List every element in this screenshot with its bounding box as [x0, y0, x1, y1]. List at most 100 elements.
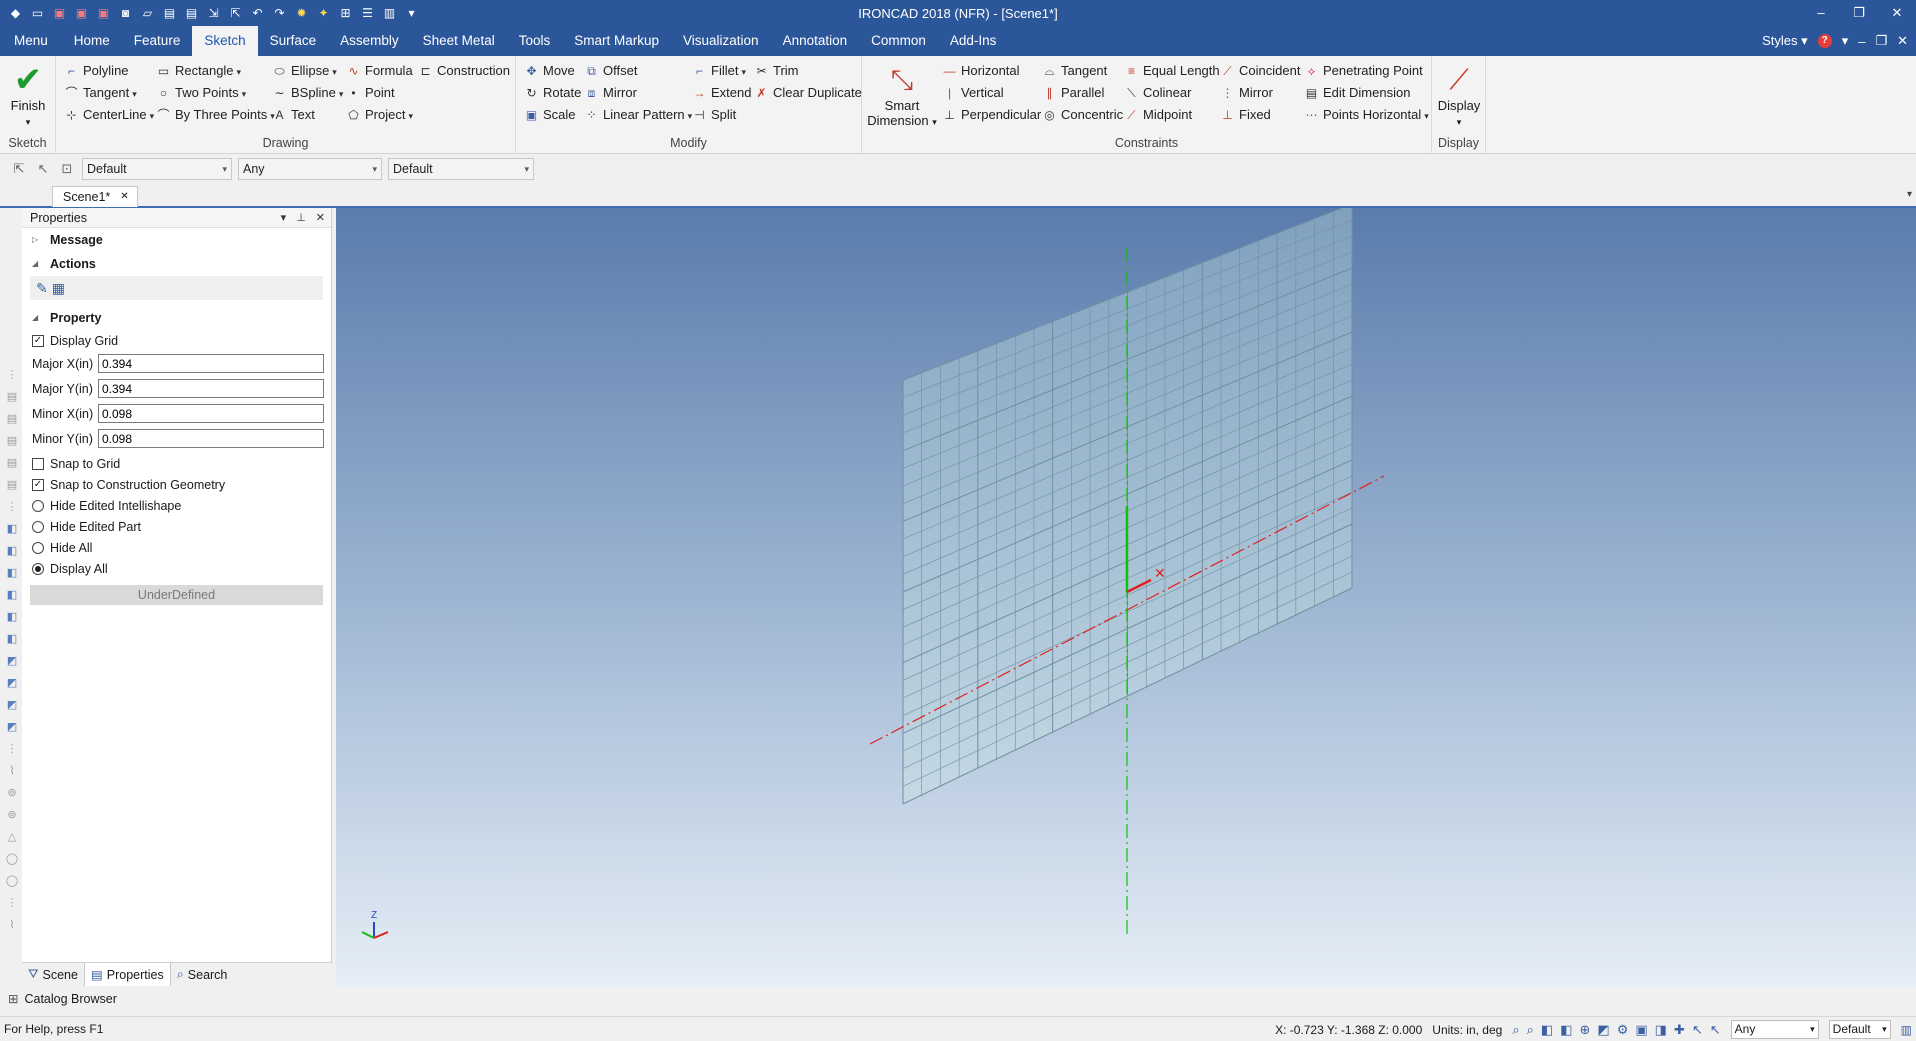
tab-properties[interactable]: ▤ Properties	[83, 963, 171, 986]
tab-menu[interactable]: Menu	[0, 26, 62, 56]
cube-icon-2[interactable]: ◧	[5, 544, 19, 558]
snap-to-grid-checkbox[interactable]	[32, 457, 44, 470]
print-icon[interactable]: ▣	[94, 5, 113, 22]
cube-icon-5[interactable]: ◧	[5, 610, 19, 624]
tool-icon-12[interactable]: △	[5, 830, 19, 844]
display-all-row[interactable]: Display All	[22, 558, 331, 579]
layout-icon[interactable]: ☰	[358, 5, 377, 22]
polyline-button[interactable]: ⌐ Polyline	[64, 61, 129, 81]
equal-length-constraint-button[interactable]: ≡ Equal Length	[1124, 61, 1220, 81]
tangent-button[interactable]: ⌒ Tangent	[64, 83, 137, 103]
tab-sketch[interactable]: Sketch	[192, 26, 258, 56]
camera-icon[interactable]: ◙	[116, 5, 135, 22]
centerline-button[interactable]: ⊹ CenterLine	[64, 105, 154, 125]
offset-button[interactable]: ⧉ Offset	[584, 61, 637, 81]
finish-button[interactable]: ✔ Finish ▾	[6, 62, 50, 130]
shape-icon-3[interactable]: ◩	[5, 698, 19, 712]
tab-overflow-icon[interactable]: ▾	[1907, 189, 1912, 200]
actions-section[interactable]: ◢ Actions	[22, 252, 331, 276]
open-icon[interactable]: ▣	[50, 5, 69, 22]
tool-icon-11[interactable]: ⊚	[5, 808, 19, 822]
3d-viewport[interactable]: ✕ Z	[336, 208, 1916, 986]
panel-close-icon[interactable]: ✕	[316, 208, 325, 228]
panels-icon[interactable]: ▥	[380, 5, 399, 22]
tool-icon-14[interactable]: ◯	[5, 874, 19, 888]
hide-edited-part-row[interactable]: Hide Edited Part	[22, 516, 331, 537]
shape-icon-4[interactable]: ◩	[5, 720, 19, 734]
tab-add-ins[interactable]: Add-Ins	[938, 26, 1009, 56]
redo-icon[interactable]: ↷	[270, 5, 289, 22]
folder-icon[interactable]: ▱	[138, 5, 157, 22]
help-icon[interactable]: ?	[1817, 34, 1832, 48]
horizontal-constraint-button[interactable]: — Horizontal	[942, 61, 1020, 81]
doc-restore-button[interactable]: ❐	[1875, 33, 1887, 49]
minor-y-input[interactable]	[98, 429, 324, 448]
hide-edited-part-radio[interactable]	[32, 520, 44, 533]
hide-edited-intellishape-radio[interactable]	[32, 499, 44, 512]
formula-button[interactable]: ∿ Formula	[346, 61, 412, 81]
restore-button[interactable]: ❐	[1840, 0, 1878, 26]
sketch-table-icon[interactable]: ▦	[52, 280, 65, 297]
tool-icon-1[interactable]: ⋮	[5, 368, 19, 382]
select-icon[interactable]: ↖	[1710, 1022, 1721, 1038]
tool-icon-9[interactable]: ⌇	[5, 764, 19, 778]
display-all-radio[interactable]	[32, 562, 44, 575]
tab-sheet-metal[interactable]: Sheet Metal	[411, 26, 507, 56]
tool-icon-15[interactable]: ⋮	[5, 896, 19, 910]
camera-settings-icon[interactable]: ⚙	[1617, 1022, 1629, 1038]
move-button[interactable]: ✥ Move	[524, 61, 574, 81]
share-icon[interactable]: ⇱	[226, 5, 245, 22]
cube-icon-4[interactable]: ◧	[5, 588, 19, 602]
fixed-constraint-button[interactable]: ⊥ Fixed	[1220, 105, 1271, 125]
snap-icon[interactable]: ✚	[1674, 1022, 1685, 1038]
tab-home[interactable]: Home	[62, 26, 122, 56]
by-three-points-button[interactable]: ⌒ By Three Points	[156, 105, 275, 125]
tool-icon-16[interactable]: ⌇	[5, 918, 19, 932]
tab-feature[interactable]: Feature	[122, 26, 193, 56]
mirror-button[interactable]: ⧈ Mirror	[584, 83, 637, 103]
save-as-icon[interactable]: ▤	[182, 5, 201, 22]
cube-icon-6[interactable]: ◧	[5, 632, 19, 646]
clear-duplicate-button[interactable]: ✗ Clear Duplicate	[754, 83, 861, 103]
delete-icon[interactable]: ▣	[72, 5, 91, 22]
major-x-input[interactable]	[98, 354, 324, 373]
tab-annotation[interactable]: Annotation	[771, 26, 860, 56]
layout-icon[interactable]: ▥	[1901, 1023, 1912, 1037]
tool-icon-10[interactable]: ⊚	[5, 786, 19, 800]
display-grid-row[interactable]: ✓ Display Grid	[22, 330, 331, 351]
style-combo[interactable]: Default	[82, 158, 232, 180]
settings-icon[interactable]: ✹	[292, 5, 311, 22]
zoom-window-icon[interactable]: ⌕	[1527, 1022, 1534, 1038]
points-horizontal-button[interactable]: ⋯ Points Horizontal	[1304, 105, 1429, 125]
tool-icon-5[interactable]: ▤	[5, 456, 19, 470]
grid-icon[interactable]: ⊞	[336, 5, 355, 22]
construction-button[interactable]: ⊏ Construction	[418, 61, 510, 81]
tab-smart-markup[interactable]: Smart Markup	[562, 26, 671, 56]
message-section[interactable]: ▷ Message	[22, 228, 331, 252]
app-icon[interactable]: ◆	[6, 5, 25, 22]
ellipse-button[interactable]: ⬭ Ellipse	[272, 61, 337, 81]
vertical-constraint-button[interactable]: | Vertical	[942, 83, 1004, 103]
smart-dimension-button[interactable]: ⤡ Smart Dimension ▾	[866, 62, 938, 130]
close-button[interactable]: ✕	[1878, 0, 1916, 26]
select-arrow-icon[interactable]: ↖	[34, 160, 52, 178]
rectangle-button[interactable]: ▭ Rectangle	[156, 61, 241, 81]
render-icon[interactable]: ◩	[1597, 1022, 1609, 1038]
project-button[interactable]: ⬠ Project	[346, 105, 413, 125]
snap-to-grid-row[interactable]: Snap to Grid	[22, 453, 331, 474]
concentric-constraint-button[interactable]: ◎ Concentric	[1042, 105, 1123, 125]
tab-visualization[interactable]: Visualization	[671, 26, 771, 56]
customize-icon[interactable]: ▾	[402, 5, 421, 22]
edit-dimension-button[interactable]: ▤ Edit Dimension	[1304, 83, 1411, 103]
linear-pattern-button[interactable]: ⁘ Linear Pattern	[584, 105, 692, 125]
catalog-browser-bar[interactable]: ⊞ Catalog Browser	[0, 988, 1916, 1010]
layer-combo[interactable]: Default	[388, 158, 534, 180]
colinear-constraint-button[interactable]: ⟍ Colinear	[1124, 83, 1191, 103]
property-section[interactable]: ◢ Property	[22, 306, 331, 330]
tool-icon-7[interactable]: ⋮	[5, 500, 19, 514]
display-grid-checkbox[interactable]: ✓	[32, 334, 44, 347]
extend-button[interactable]: → Extend	[692, 83, 752, 103]
tab-assembly[interactable]: Assembly	[328, 26, 411, 56]
major-y-input[interactable]	[98, 379, 324, 398]
rotate-button[interactable]: ↻ Rotate	[524, 83, 581, 103]
